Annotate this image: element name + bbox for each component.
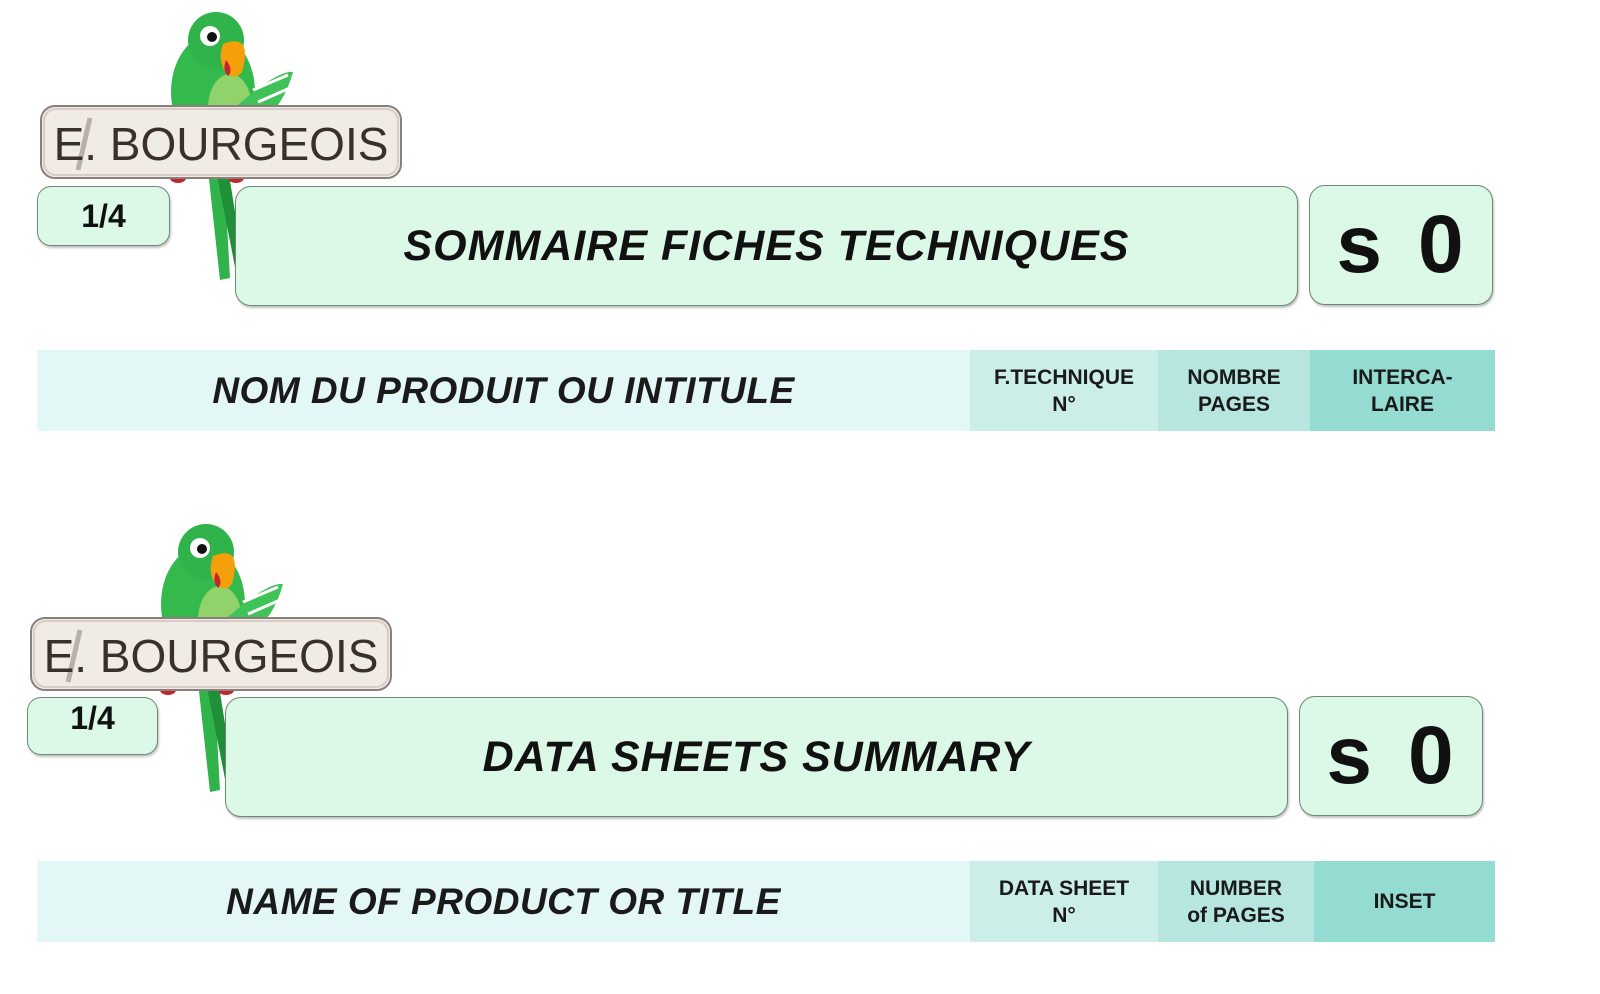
page-indicator: 1/4 bbox=[27, 697, 158, 755]
svg-text:E. BOURGEOIS: E. BOURGEOIS bbox=[44, 630, 379, 682]
column-sheet-number: F.TECHNIQUE N° bbox=[970, 350, 1158, 431]
column-inset: INSET bbox=[1314, 861, 1495, 942]
section-code: s0 bbox=[1309, 185, 1493, 305]
column-product-name: NOM DU PRODUIT OU INTITULE bbox=[37, 350, 970, 431]
column-sheet-number: DATA SHEET N° bbox=[970, 861, 1158, 942]
table-header: NAME OF PRODUCT OR TITLE DATA SHEET N° NU… bbox=[37, 861, 1495, 942]
section-code: s0 bbox=[1299, 696, 1483, 816]
section-code-letter: s bbox=[1336, 199, 1384, 290]
column-inset: INTERCA- LAIRE bbox=[1310, 350, 1495, 431]
column-page-count: NUMBER of PAGES bbox=[1158, 861, 1314, 942]
table-header: NOM DU PRODUIT OU INTITULE F.TECHNIQUE N°… bbox=[37, 350, 1495, 431]
section-code-number: 0 bbox=[1418, 199, 1466, 290]
svg-text:E. BOURGEOIS: E. BOURGEOIS bbox=[54, 118, 389, 170]
page-title: SOMMAIRE FICHES TECHNIQUES bbox=[235, 186, 1298, 306]
summary-section-fr: E. BOURGEOIS 1/4 SOMMAIRE FICHES TECHNIQ… bbox=[0, 0, 1600, 460]
page-title: DATA SHEETS SUMMARY bbox=[225, 697, 1288, 817]
section-code-letter: s bbox=[1326, 710, 1374, 801]
column-product-name: NAME OF PRODUCT OR TITLE bbox=[37, 861, 970, 942]
summary-section-en: E. BOURGEOIS 1/4 DATA SHEETS SUMMARY s0 … bbox=[0, 522, 1600, 994]
column-page-count: NOMBRE PAGES bbox=[1158, 350, 1310, 431]
page-indicator: 1/4 bbox=[37, 186, 170, 246]
section-code-number: 0 bbox=[1408, 710, 1456, 801]
